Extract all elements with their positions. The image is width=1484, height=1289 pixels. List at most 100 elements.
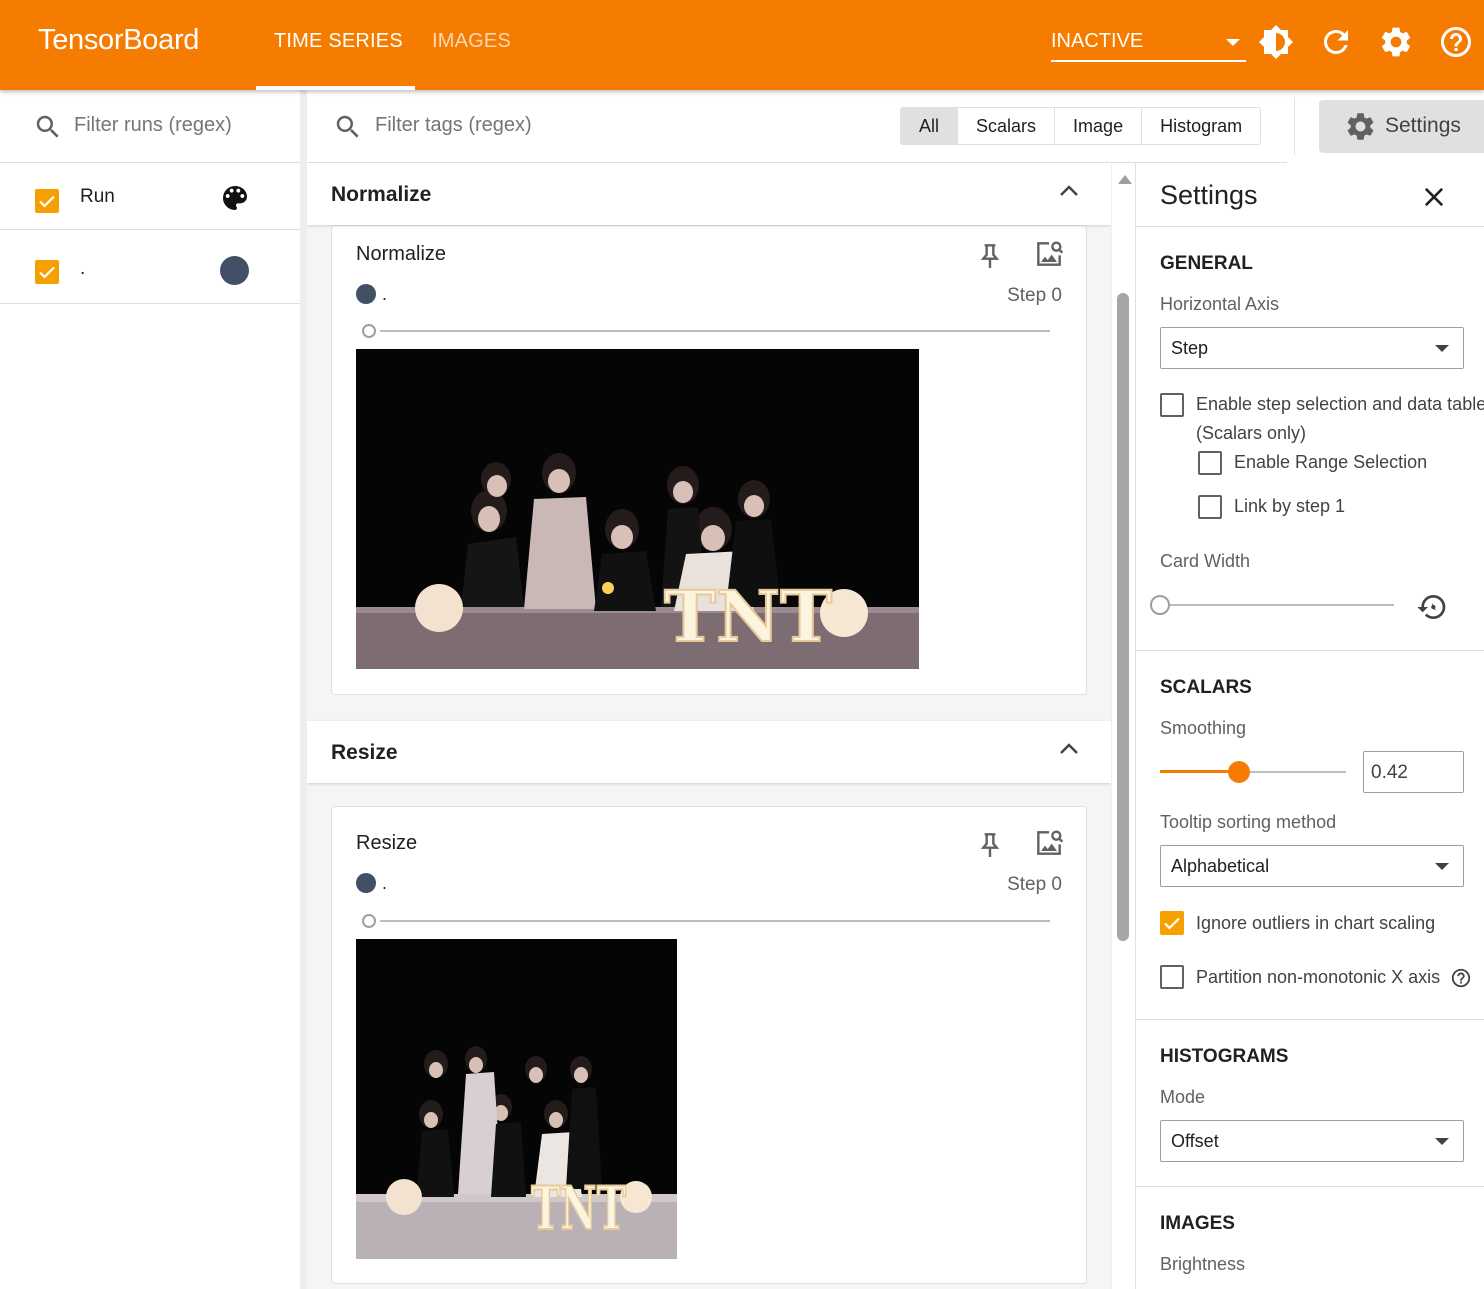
search-icon [336, 115, 359, 138]
range-selection-label: Enable Range Selection [1234, 452, 1428, 472]
main-scrollbar[interactable] [1111, 163, 1135, 1289]
sample-image[interactable]: TNT [356, 349, 919, 669]
tnt-sign-text: TNT [664, 575, 832, 658]
reset-icon[interactable] [1416, 591, 1448, 623]
images-heading: IMAGES [1160, 1213, 1235, 1234]
runs-pane: Filter runs (regex) Run . [0, 90, 300, 1289]
chevron-up-icon[interactable] [1059, 741, 1079, 755]
brightness-label: Brightness [1160, 1254, 1246, 1274]
histogram-mode-value: Offset [1171, 1131, 1219, 1151]
histograms-heading: HISTOGRAMS [1160, 1046, 1289, 1067]
brightness-icon[interactable] [1258, 24, 1294, 60]
palette-icon[interactable] [219, 182, 251, 214]
settings-button-label: Settings [1385, 114, 1461, 137]
settings-panel: Settings GENERAL Horizontal Axis Step En… [1135, 163, 1484, 1289]
chevron-up-icon[interactable] [1059, 183, 1079, 197]
partition-x-axis-label: Partition non-monotonic X axis [1196, 967, 1441, 987]
horizontal-axis-select[interactable]: Step [1160, 327, 1464, 369]
sample-image[interactable]: TNT [356, 939, 677, 1259]
type-filter-scalars[interactable]: Scalars [958, 108, 1056, 144]
settings-title: Settings [1160, 180, 1258, 210]
link-by-step-label: Link by step 1 [1234, 496, 1346, 516]
card-title: Normalize [356, 243, 447, 265]
card-width-slider-track[interactable] [1160, 604, 1394, 606]
runs-filter[interactable]: Filter runs (regex) [0, 90, 300, 163]
run-checkbox[interactable] [35, 260, 59, 284]
step-slider-thumb[interactable] [362, 324, 376, 338]
smoothing-input-value: 0.42 [1371, 762, 1408, 783]
main-content: Normalize Normalize . Step 0 TNT Resize … [307, 163, 1111, 1289]
histogram-mode-select[interactable]: Offset [1160, 1120, 1464, 1162]
image-card: Resize . Step 0 TNT [331, 806, 1087, 1284]
divider [1136, 1186, 1484, 1187]
app-header: TensorBoard TIME SERIES IMAGES INACTIVE [0, 0, 1484, 90]
horizontal-axis-label: Horizontal Axis [1160, 294, 1280, 314]
step-selection-label: Enable step selection and data table [1196, 394, 1484, 414]
scroll-up-arrow-icon[interactable] [1118, 175, 1132, 184]
step-selection-checkbox[interactable] [1160, 393, 1184, 417]
group-header-normalize[interactable]: Normalize [307, 163, 1111, 225]
help-icon[interactable] [1450, 967, 1472, 989]
help-icon[interactable] [1438, 24, 1474, 60]
close-icon[interactable] [1420, 183, 1448, 211]
tnt-sign-text: TNT [531, 1174, 626, 1244]
tab-time-series[interactable]: TIME SERIES [274, 30, 403, 53]
reload-status-select[interactable]: INACTIVE [1051, 28, 1246, 62]
refresh-icon[interactable] [1318, 24, 1354, 60]
run-color-swatch[interactable] [220, 256, 249, 285]
chevron-down-icon [1435, 1138, 1449, 1145]
general-heading: GENERAL [1160, 253, 1253, 274]
pin-icon[interactable] [974, 240, 1006, 272]
run-row: . [0, 238, 300, 304]
type-filter-image[interactable]: Image [1055, 108, 1143, 144]
card-run-name: . [382, 284, 388, 304]
horizontal-axis-value: Step [1171, 338, 1209, 358]
histogram-mode-label: Mode [1160, 1087, 1206, 1107]
partition-x-axis-checkbox[interactable] [1160, 965, 1184, 989]
tab-images[interactable]: IMAGES [432, 30, 511, 53]
step-slider-track[interactable] [380, 920, 1050, 922]
type-filter-histogram[interactable]: Histogram [1142, 108, 1261, 144]
type-filter-all[interactable]: All [901, 108, 959, 144]
scrollbar-thumb[interactable] [1117, 293, 1129, 941]
card-width-label: Card Width [1160, 551, 1251, 571]
pin-icon[interactable] [974, 829, 1006, 861]
divider [1136, 1019, 1484, 1020]
app-title: TensorBoard [38, 24, 200, 56]
ignore-outliers-label: Ignore outliers in chart scaling [1196, 913, 1436, 933]
active-tab-indicator [256, 86, 415, 90]
step-slider-thumb[interactable] [362, 914, 376, 928]
tooltip-sort-select[interactable]: Alphabetical [1160, 845, 1464, 887]
search-icon [36, 115, 59, 138]
step-label: Step 0 [1007, 874, 1062, 895]
group-photo-image: TNT [356, 349, 919, 669]
select-all-runs-checkbox[interactable] [35, 189, 59, 213]
tags-filter-input[interactable]: Filter tags (regex) [375, 114, 532, 137]
range-selection-checkbox[interactable] [1198, 451, 1222, 475]
step-slider-track[interactable] [380, 330, 1050, 332]
runs-table-header: Run [0, 164, 300, 230]
smoothing-input[interactable]: 0.42 [1363, 751, 1464, 793]
gear-icon[interactable] [1378, 24, 1414, 60]
link-by-step-checkbox[interactable] [1198, 495, 1222, 519]
group-title: Normalize [331, 183, 432, 206]
run-column-header: Run [80, 186, 115, 207]
ignore-outliers-checkbox[interactable] [1160, 911, 1184, 935]
run-color-dot [356, 873, 376, 893]
gear-icon [1347, 113, 1374, 140]
group-title: Resize [331, 741, 398, 764]
runs-filter-input[interactable]: Filter runs (regex) [74, 114, 232, 137]
group-header-resize[interactable]: Resize [307, 721, 1111, 783]
image-search-icon[interactable] [1033, 827, 1065, 859]
step-label: Step 0 [1007, 285, 1062, 306]
image-search-icon[interactable] [1033, 238, 1065, 270]
smoothing-slider-thumb[interactable] [1228, 761, 1250, 783]
tooltip-sort-label: Tooltip sorting method [1160, 812, 1337, 832]
toolbar-divider [1294, 97, 1295, 155]
pane-resize-handle[interactable] [300, 90, 307, 1289]
settings-toggle-button[interactable]: Settings [1319, 100, 1484, 153]
step-selection-sublabel: (Scalars only) [1196, 423, 1307, 443]
smoothing-label: Smoothing [1160, 718, 1247, 738]
card-width-slider-thumb[interactable] [1150, 595, 1170, 615]
group-photo-image: TNT [356, 939, 677, 1259]
